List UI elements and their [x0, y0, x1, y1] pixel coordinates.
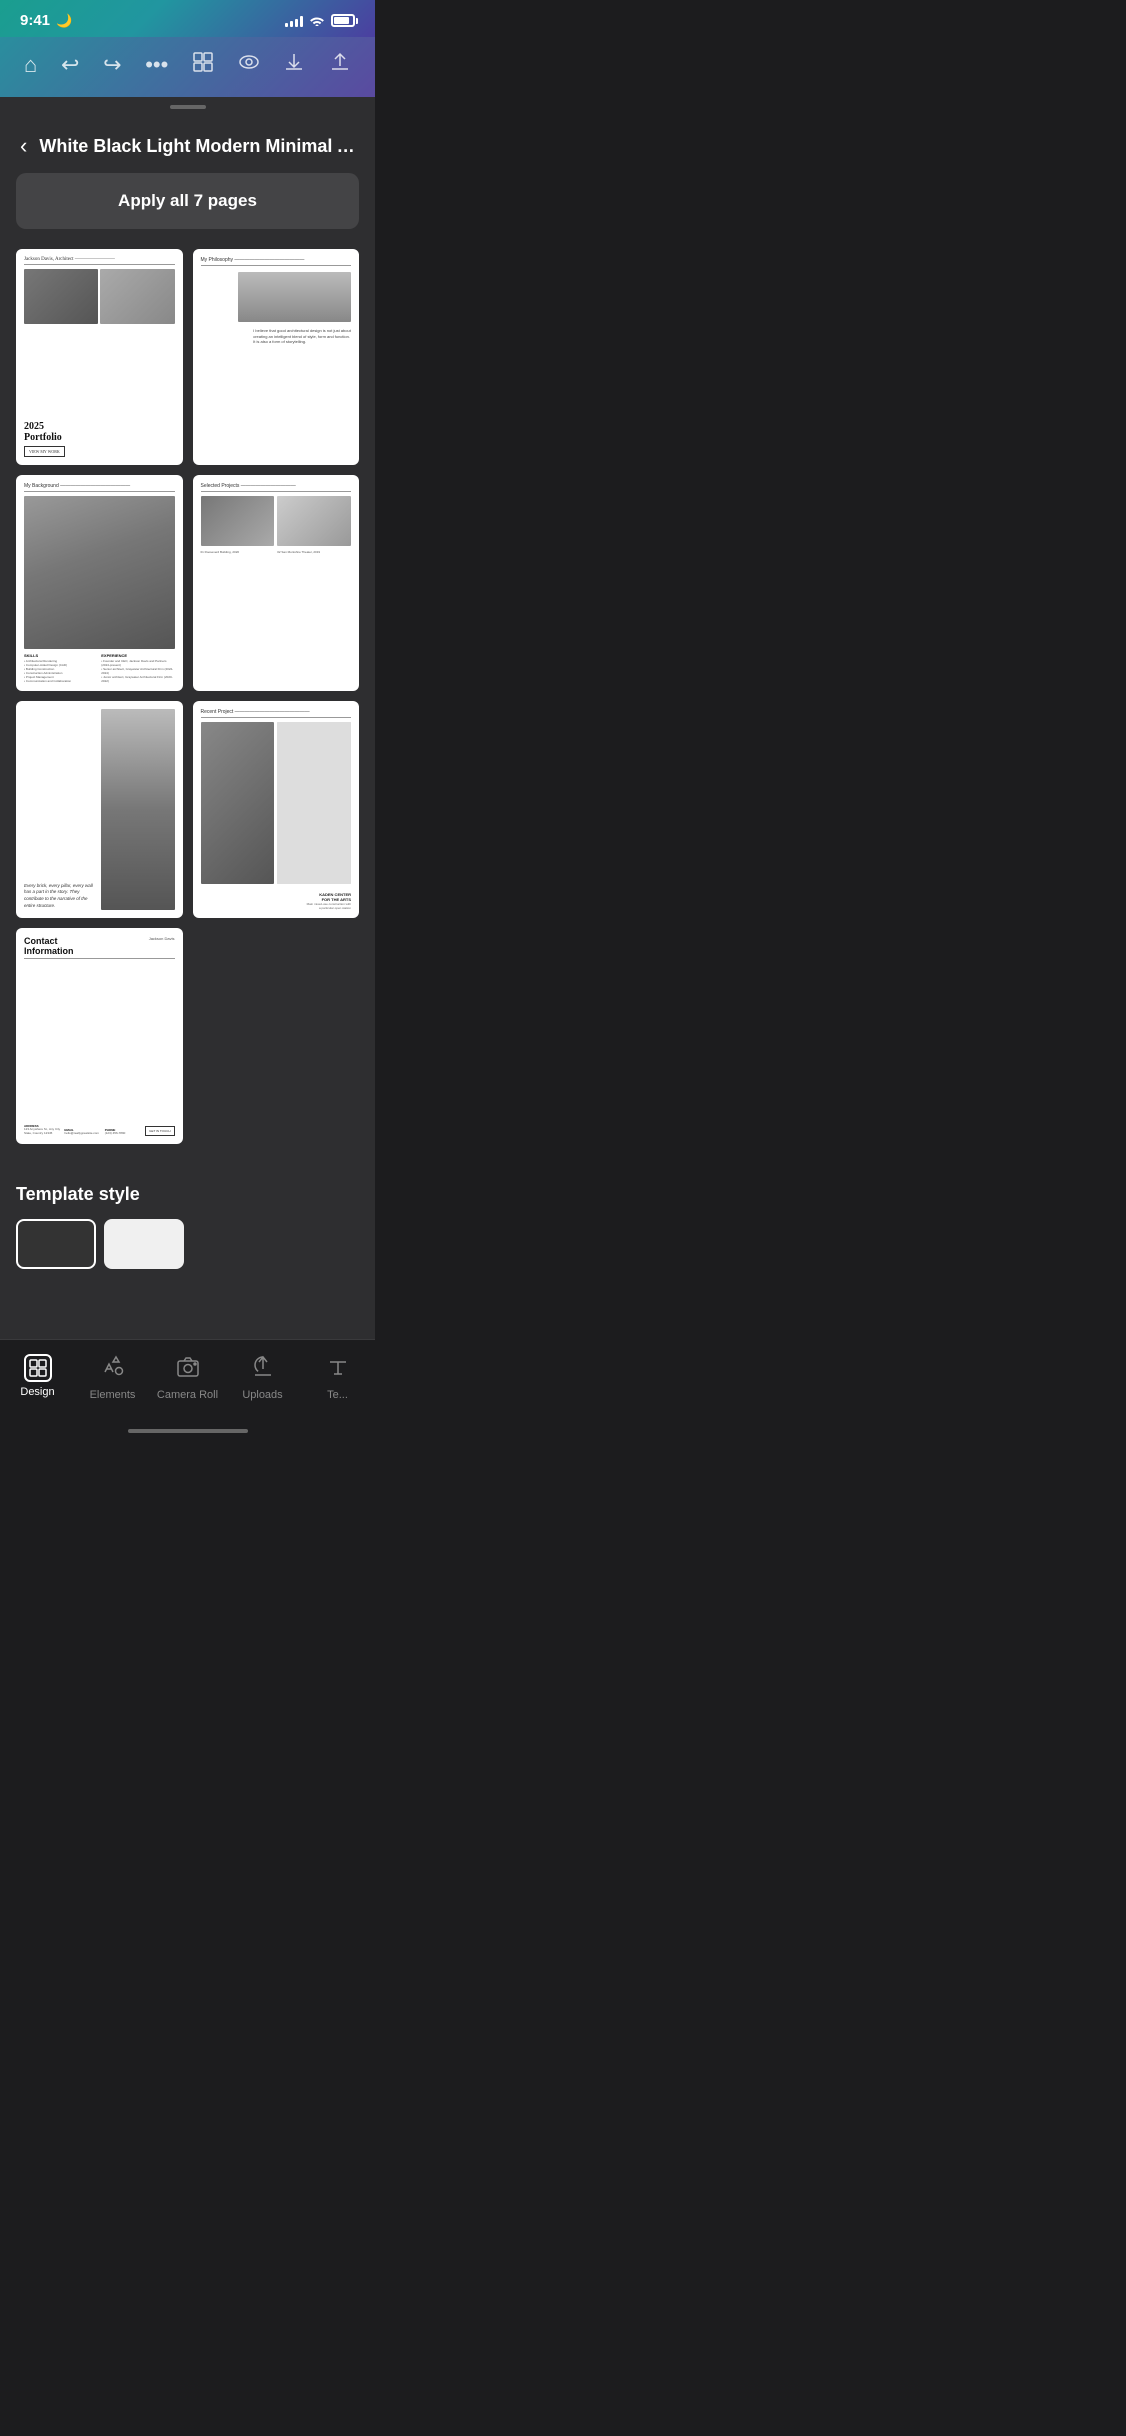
moon-icon: 🌙 — [56, 13, 72, 29]
page1-title: 2025Portfolio — [24, 417, 175, 443]
redo-icon[interactable]: ↪ — [99, 48, 125, 82]
uploads-icon — [250, 1354, 276, 1385]
nav-uploads-label: Uploads — [242, 1389, 282, 1401]
page3-skills-text: • Architectural Rendering• Computer-Aide… — [24, 660, 97, 683]
nav-design-label: Design — [20, 1386, 54, 1398]
status-time: 9:41 — [20, 12, 50, 29]
sheet-handle-container — [0, 97, 375, 117]
page3-header: My Background —————————————— — [24, 483, 175, 492]
page-thumb-4[interactable]: Selected Projects ——————————— 01 Rooseve… — [193, 475, 360, 691]
page-thumb-7[interactable]: ContactInformation Jackson Davis ADDRESS… — [16, 928, 183, 1144]
page7-author: Jackson Davis — [149, 936, 175, 941]
undo-icon[interactable]: ↩ — [57, 48, 83, 82]
page4-header: Selected Projects ——————————— — [201, 483, 352, 492]
apply-all-button[interactable]: Apply all 7 pages — [16, 173, 359, 229]
wifi-icon — [309, 13, 325, 29]
page2-img — [238, 272, 351, 322]
share-icon[interactable] — [325, 47, 355, 83]
page-thumb-2[interactable]: My Philosophy —————————————— I believe t… — [193, 249, 360, 465]
nav-item-uploads[interactable]: Uploads — [225, 1348, 300, 1407]
page3-cols: SKILLS • Architectural Rendering• Comput… — [24, 653, 175, 683]
template-style-label: Template style — [16, 1184, 359, 1205]
sheet-header: ‹ White Black Light Modern Minimal Ar... — [0, 117, 375, 173]
page4-caption-2: 02 San Montshire Theater, 2019 — [277, 550, 351, 554]
more-icon[interactable]: ••• — [141, 48, 172, 82]
page6-project-name: KADEN CENTERFOR THE ARTS — [201, 892, 352, 902]
nav-item-design[interactable]: Design — [0, 1348, 75, 1407]
home-indicator — [0, 1423, 375, 1441]
page1-images — [24, 269, 175, 413]
nav-item-camera-roll[interactable]: Camera Roll — [150, 1348, 225, 1407]
back-button[interactable]: ‹ — [20, 133, 27, 159]
page1-img-left — [24, 269, 98, 324]
layers-icon[interactable] — [188, 47, 218, 83]
page-thumb-1[interactable]: Jackson Davis, Architect ———————— 2025Po… — [16, 249, 183, 465]
nav-camera-roll-label: Camera Roll — [157, 1389, 218, 1401]
page-thumb-5[interactable]: Every brick, every pillar, every wall ha… — [16, 701, 183, 917]
download-icon[interactable] — [279, 47, 309, 83]
nav-item-elements[interactable]: Elements — [75, 1348, 150, 1407]
page2-header: My Philosophy —————————————— — [201, 257, 352, 266]
pages-grid: Jackson Davis, Architect ———————— 2025Po… — [0, 249, 375, 1164]
page4-captions: 01 Rooseverd Building, 2020 02 San Monts… — [201, 550, 352, 554]
page7-phone: (123) 456-7890 — [105, 1132, 143, 1136]
page7-email: hello@reallygreatsite.com — [64, 1132, 102, 1136]
page2-text: I believe that good architectural design… — [253, 328, 351, 345]
elements-icon — [100, 1354, 126, 1385]
page4-caption-1: 01 Rooseverd Building, 2020 — [201, 550, 275, 554]
page5-left: Every brick, every pillar, every wall ha… — [24, 709, 97, 909]
style-option-dark[interactable] — [16, 1219, 96, 1269]
page5-quote: Every brick, every pillar, every wall ha… — [24, 883, 97, 910]
page-thumb-3[interactable]: My Background —————————————— SKILLS • Ar… — [16, 475, 183, 691]
preview-icon[interactable] — [234, 47, 264, 83]
page1-header: Jackson Davis, Architect ———————— — [24, 257, 175, 265]
page6-project-sub: Main mixed-use construction witha partic… — [201, 902, 352, 910]
style-option-light[interactable] — [104, 1219, 184, 1269]
battery-icon — [331, 14, 355, 27]
nav-elements-label: Elements — [90, 1389, 136, 1401]
page7-divider — [24, 958, 175, 959]
page5-img — [101, 709, 174, 909]
page-thumb-6[interactable]: Recent Project ——————————————— KADEN CEN… — [193, 701, 360, 917]
page3-exp-text: • Founder and CEO, Jackson Davis and Par… — [101, 660, 174, 683]
page3-bg-img — [24, 496, 175, 649]
page4-img-left — [201, 496, 275, 546]
template-style-section: Template style — [0, 1164, 375, 1339]
page4-imgs — [201, 496, 352, 546]
page7-footer: ADDRESS 123 Anywhere St., Any CityState,… — [24, 1124, 175, 1136]
text-icon — [325, 1354, 351, 1385]
template-style-options — [16, 1219, 359, 1269]
status-icons — [285, 13, 355, 29]
page1-img-right — [100, 269, 174, 324]
page3-exp-title: EXPERIENCE — [101, 653, 174, 658]
signal-icon — [285, 15, 303, 27]
nav-item-text[interactable]: Te... — [300, 1348, 375, 1407]
bottom-nav: Design Elements Camera Roll — [0, 1339, 375, 1423]
design-icon — [24, 1354, 52, 1382]
status-bar: 9:41 🌙 — [0, 0, 375, 37]
camera-roll-icon — [175, 1354, 201, 1385]
page6-img-right — [277, 722, 351, 883]
home-bar — [128, 1429, 248, 1433]
page6-img-left — [201, 722, 275, 883]
sheet-title: White Black Light Modern Minimal Ar... — [39, 136, 355, 157]
page6-header: Recent Project ——————————————— — [201, 709, 352, 718]
nav-text-label: Te... — [327, 1389, 348, 1401]
home-icon[interactable]: ⌂ — [20, 48, 41, 82]
page4-img-right — [277, 496, 351, 546]
page7-title: ContactInformation — [24, 936, 74, 956]
page3-skills-title: SKILLS — [24, 653, 97, 658]
toolbar: ⌂ ↩ ↪ ••• — [0, 37, 375, 97]
sheet-handle — [170, 105, 206, 109]
page6-imgs — [201, 722, 352, 883]
sheet-content: ‹ White Black Light Modern Minimal Ar...… — [0, 117, 375, 1339]
page7-address: 123 Anywhere St., Any CityState, Country… — [24, 1128, 62, 1136]
page7-cta: GET IN TOUCH — [145, 1126, 174, 1136]
page1-cta: VIEW MY WORK — [24, 446, 65, 457]
